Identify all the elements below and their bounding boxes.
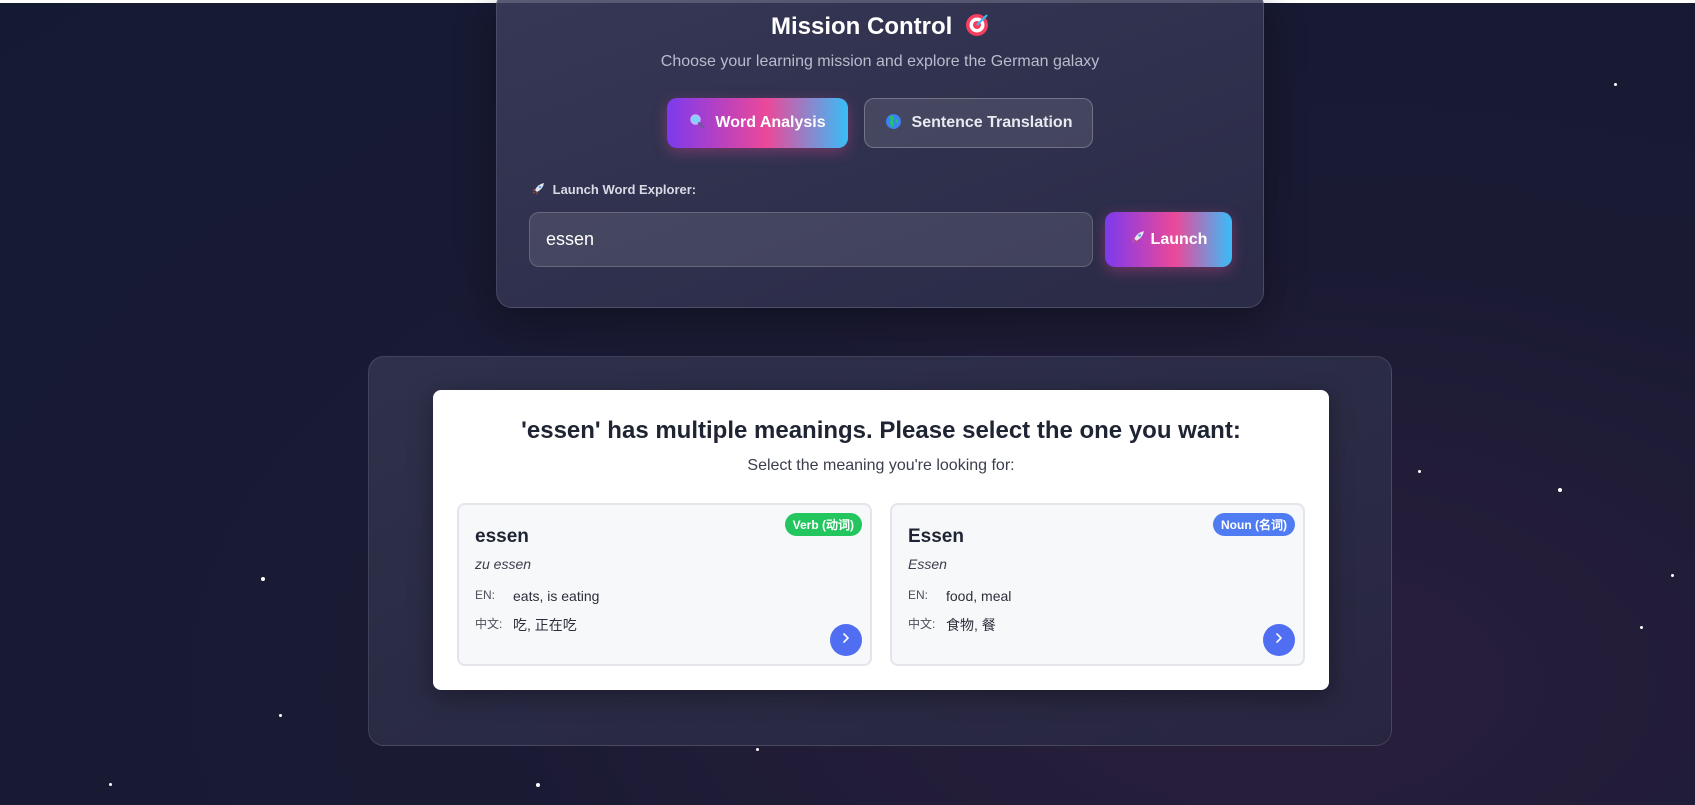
select-meaning-button[interactable] <box>830 624 862 656</box>
part-of-speech-badge: Noun (名词) <box>1213 513 1295 536</box>
mission-title-row: Mission Control <box>497 13 1263 44</box>
star <box>1558 488 1562 492</box>
mission-title: Mission Control <box>771 13 953 40</box>
star <box>279 714 282 717</box>
results-panel: 'essen' has multiple meanings. Please se… <box>368 356 1392 746</box>
launch-button[interactable]: Launch <box>1105 212 1232 267</box>
card-form: Essen <box>908 556 947 572</box>
meaning-card-noun[interactable]: Noun (名词) Essen Essen EN: food, meal 中文:… <box>890 503 1305 666</box>
card-form: zu essen <box>475 556 532 572</box>
chooser-subtitle: Select the meaning you're looking for: <box>747 457 1015 474</box>
star <box>756 748 759 751</box>
star <box>1671 574 1674 577</box>
word-analysis-button[interactable]: Word Analysis <box>667 98 848 148</box>
mission-subtitle: Choose your learning mission and explore… <box>660 53 1100 70</box>
zh-label: 中文: <box>908 617 936 631</box>
launch-button-label: Launch <box>1150 230 1208 248</box>
meaning-card-verb[interactable]: Verb (动词) essen zu essen EN: eats, is ea… <box>457 503 872 666</box>
en-translation: food, meal <box>946 588 1012 604</box>
zh-label: 中文: <box>475 617 503 631</box>
star <box>1418 470 1421 473</box>
word-analysis-label: Word Analysis <box>715 114 826 131</box>
chevron-right-icon <box>1273 631 1285 649</box>
rocket-icon <box>1130 230 1145 250</box>
sentence-translation-button[interactable]: Sentence Translation <box>864 98 1093 148</box>
select-meaning-button[interactable] <box>1263 624 1295 656</box>
card-word: Essen <box>908 526 964 547</box>
meaning-chooser: 'essen' has multiple meanings. Please se… <box>433 390 1329 690</box>
star <box>261 577 265 581</box>
chevron-right-icon <box>840 631 852 649</box>
globe-icon <box>885 113 902 134</box>
star <box>109 783 112 786</box>
mission-control-panel: Mission Control Choose your learning mis… <box>496 0 1264 308</box>
star <box>1614 83 1617 86</box>
star <box>536 783 540 787</box>
word-input[interactable] <box>529 212 1093 267</box>
launch-word-explorer-text: Launch Word Explorer: <box>552 182 697 197</box>
zh-translation: 食物, 餐 <box>946 617 996 633</box>
card-word: essen <box>475 526 529 547</box>
rocket-icon <box>531 182 545 199</box>
launch-word-explorer-label: Launch Word Explorer: <box>531 182 696 199</box>
en-label: EN: <box>475 588 496 602</box>
en-translation: eats, is eating <box>513 588 600 604</box>
zh-translation: 吃, 正在吃 <box>513 617 577 633</box>
star <box>1640 626 1643 629</box>
part-of-speech-badge: Verb (动词) <box>784 513 862 536</box>
sentence-translation-label: Sentence Translation <box>911 114 1073 131</box>
chooser-title: 'essen' has multiple meanings. Please se… <box>521 417 1241 444</box>
en-label: EN: <box>908 588 929 602</box>
target-icon <box>965 13 989 44</box>
magnifier-icon <box>689 113 705 133</box>
